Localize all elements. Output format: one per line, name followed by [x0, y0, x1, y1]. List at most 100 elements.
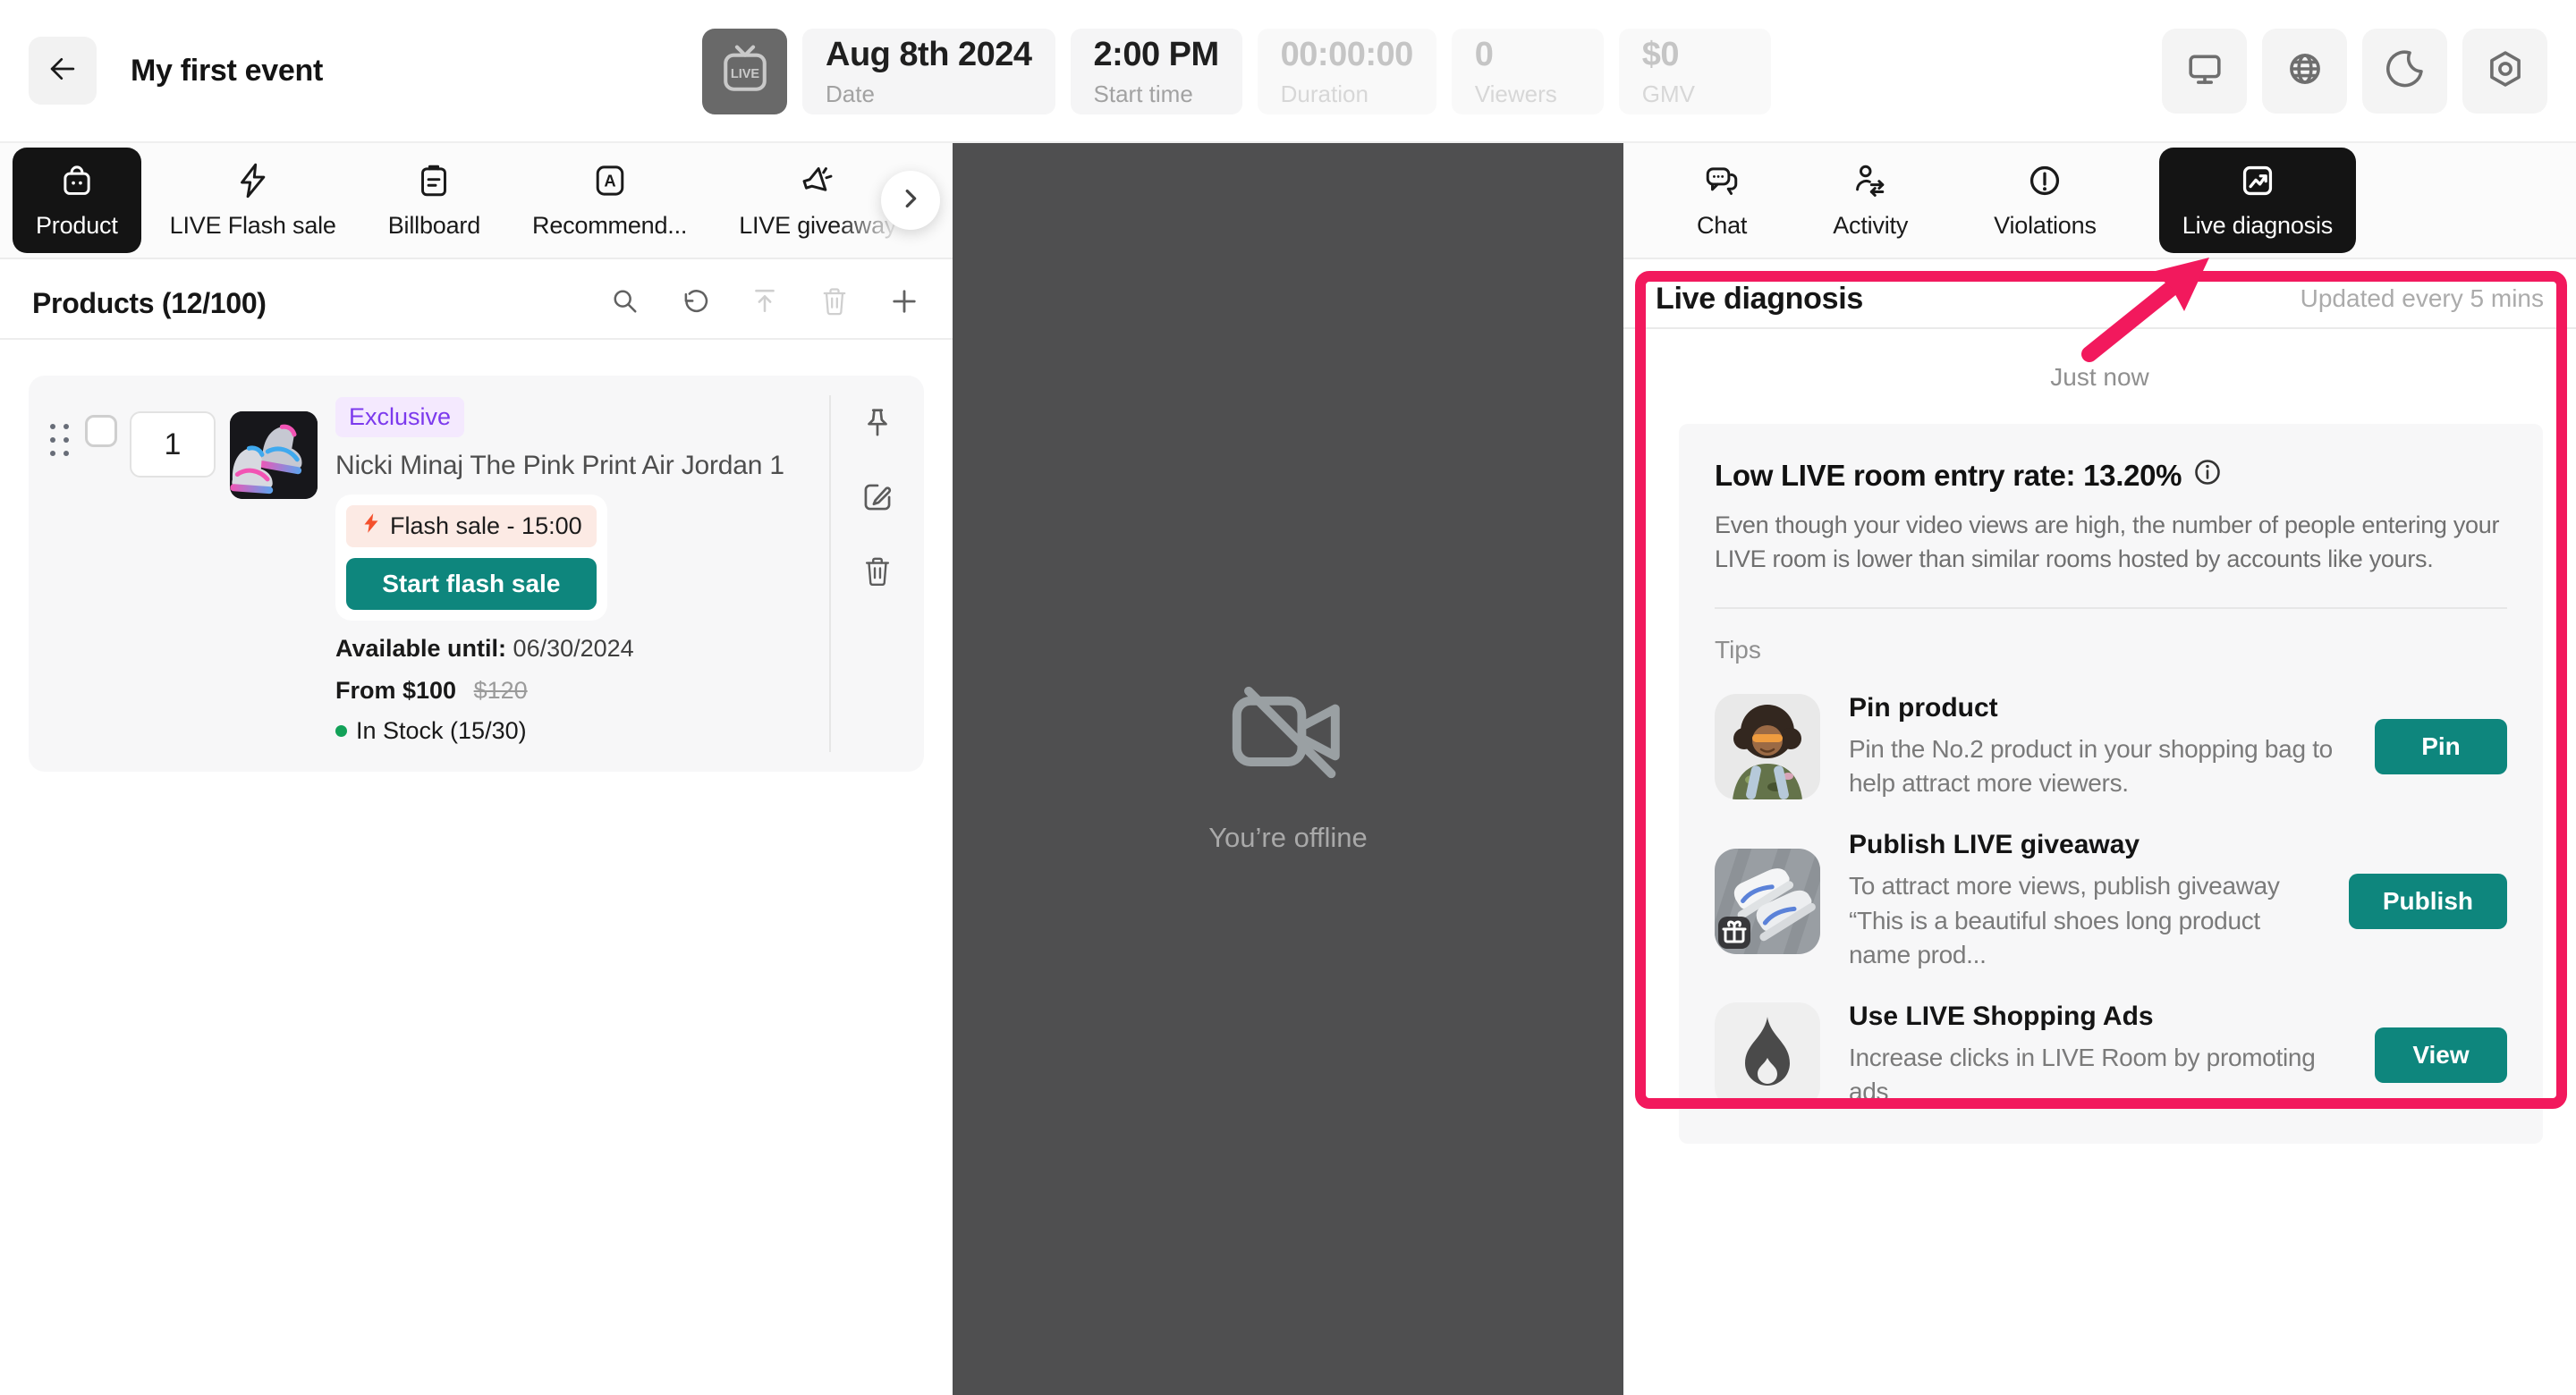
flash-bolt-icon [360, 512, 382, 540]
tab-label: Product [36, 212, 118, 240]
chat-icon [1703, 162, 1741, 204]
stat-gmv: $0 GMV [1619, 29, 1771, 114]
alert-description: Even though your video views are high, t… [1715, 508, 2507, 577]
delete-button [818, 285, 851, 322]
live-video-preview: You’re offline [953, 143, 1623, 1395]
exclusive-badge: Exclusive [335, 397, 464, 437]
edit-icon [860, 480, 894, 519]
price-current: From $100 [335, 677, 456, 704]
live-badge: LIVE [702, 29, 787, 114]
undo-button[interactable] [679, 285, 711, 322]
violations-icon [2026, 162, 2063, 204]
stat-value: 0 [1475, 36, 1580, 74]
stat-value: 2:00 PM [1094, 36, 1219, 74]
offline-status-text: You’re offline [1208, 822, 1368, 854]
billboard-icon [415, 162, 453, 204]
chevron-right-icon [897, 185, 924, 216]
trash-icon [818, 285, 851, 322]
tab-label: Violations [1994, 212, 2097, 240]
stat-date[interactable]: Aug 8th 2024 Date [802, 29, 1055, 114]
tab-violations[interactable]: Violations [1970, 148, 2120, 253]
price-original: $120 [474, 677, 528, 704]
card-divider [1715, 607, 2507, 609]
main-content: Product LIVE Flash sale Billboard A Reco… [0, 143, 2576, 1395]
product-row: 1 [29, 376, 924, 772]
back-button[interactable] [29, 37, 97, 105]
language-button[interactable] [2262, 29, 2347, 114]
tip-row-publish-giveaway: Publish LIVE giveaway To attract more vi… [1715, 830, 2507, 973]
globe-icon [2284, 48, 2326, 94]
plus-icon [888, 285, 920, 322]
diagnosis-title: Live diagnosis [1656, 282, 1863, 317]
live-event-manager-screen: My first event LIVE Aug 8th 2024 Date 2:… [0, 0, 2576, 1395]
product-image [230, 411, 318, 499]
price-line: From $100 $120 [335, 677, 808, 705]
tip-content: Use LIVE Shopping Ads Increase clicks in… [1849, 1002, 2346, 1110]
tab-label: Live diagnosis [2182, 212, 2333, 240]
right-tab-bar: Chat Activity Violations Live diagnosis [1623, 143, 2576, 259]
flash-sale-tag-label: Flash sale - 15:00 [390, 512, 582, 540]
diagnosis-icon [2239, 162, 2276, 204]
drag-handle[interactable] [50, 424, 69, 745]
flash-sale-block: Flash sale - 15:00 Start flash sale [335, 495, 607, 621]
pin-tip-button[interactable]: Pin [2375, 719, 2507, 774]
available-until-value: 06/30/2024 [513, 635, 634, 662]
settings-icon [2485, 48, 2526, 94]
start-flash-sale-button[interactable]: Start flash sale [346, 558, 597, 610]
product-rank-input[interactable]: 1 [130, 411, 216, 478]
diagnosis-header: Live diagnosis Updated every 5 mins [1623, 270, 2576, 329]
view-ads-tip-button[interactable]: View [2375, 1027, 2507, 1083]
tab-live-diagnosis[interactable]: Live diagnosis [2159, 148, 2356, 253]
add-product-button[interactable] [888, 285, 920, 322]
tab-chat[interactable]: Chat [1674, 148, 1770, 253]
pin-product-button[interactable] [860, 406, 894, 444]
stat-label: GMV [1642, 80, 1748, 108]
diagnosis-timestamp: Just now [1623, 363, 2576, 392]
settings-button[interactable] [2462, 29, 2547, 114]
tab-activity[interactable]: Activity [1809, 148, 1931, 253]
search-button[interactable] [609, 285, 641, 322]
available-until-line: Available until: 06/30/2024 [335, 635, 808, 663]
diagnosis-panel: Chat Activity Violations Live diagnosis … [1623, 143, 2576, 1395]
tab-label: Activity [1833, 212, 1908, 240]
tabs-scroll-next-button[interactable] [881, 171, 940, 230]
undo-icon [679, 285, 711, 322]
products-toolbar [609, 285, 920, 322]
trash-icon [860, 554, 894, 593]
move-to-top-icon [749, 285, 781, 322]
tip-title: Pin product [1849, 693, 2346, 723]
tab-product[interactable]: Product [13, 148, 141, 253]
stat-label: Date [826, 80, 1032, 108]
search-icon [609, 285, 641, 322]
products-header: Products (12/100) [0, 268, 953, 340]
display-mode-button[interactable] [2162, 29, 2247, 114]
products-title: Products (12/100) [32, 287, 267, 320]
tab-live-flash-sale[interactable]: LIVE Flash sale [147, 148, 360, 253]
tab-recommend[interactable]: A Recommend... [509, 148, 710, 253]
display-icon [2184, 48, 2225, 94]
stat-label: Start time [1094, 80, 1219, 108]
stat-start-time[interactable]: 2:00 PM Start time [1071, 29, 1242, 114]
left-tab-bar: Product LIVE Flash sale Billboard A Reco… [0, 143, 953, 259]
available-until-label: Available until: [335, 635, 506, 662]
moon-icon [2385, 48, 2426, 94]
alert-title-line: Low LIVE room entry rate: 13.20% [1715, 458, 2507, 494]
tip-description: Increase clicks in LIVE Room by promotin… [1849, 1041, 2346, 1110]
flash-sale-tag: Flash sale - 15:00 [346, 505, 597, 547]
header-actions [2162, 29, 2547, 114]
stat-label: Viewers [1475, 80, 1580, 108]
activity-icon [1852, 162, 1889, 204]
product-checkbox[interactable] [85, 415, 117, 447]
tab-billboard[interactable]: Billboard [365, 148, 504, 253]
publish-tip-button[interactable]: Publish [2349, 874, 2507, 929]
edit-product-button[interactable] [860, 480, 894, 519]
delete-product-button[interactable] [860, 554, 894, 593]
products-panel: Product LIVE Flash sale Billboard A Reco… [0, 143, 953, 1395]
page-title: My first event [131, 54, 323, 89]
move-to-top-button [749, 285, 781, 322]
dark-mode-button[interactable] [2362, 29, 2447, 114]
stock-line: In Stock (15/30) [335, 717, 808, 745]
info-icon[interactable] [2193, 458, 2222, 494]
tip-row-shopping-ads: Use LIVE Shopping Ads Increase clicks in… [1715, 1002, 2507, 1110]
stat-viewers: 0 Viewers [1452, 29, 1604, 114]
